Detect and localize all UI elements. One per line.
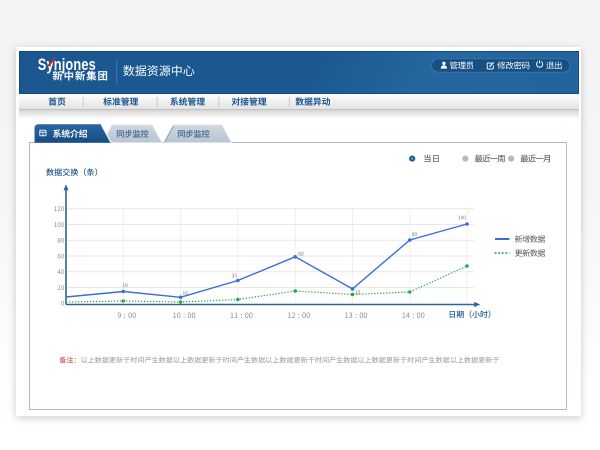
svg-text:Synjones: Synjones	[38, 57, 96, 75]
